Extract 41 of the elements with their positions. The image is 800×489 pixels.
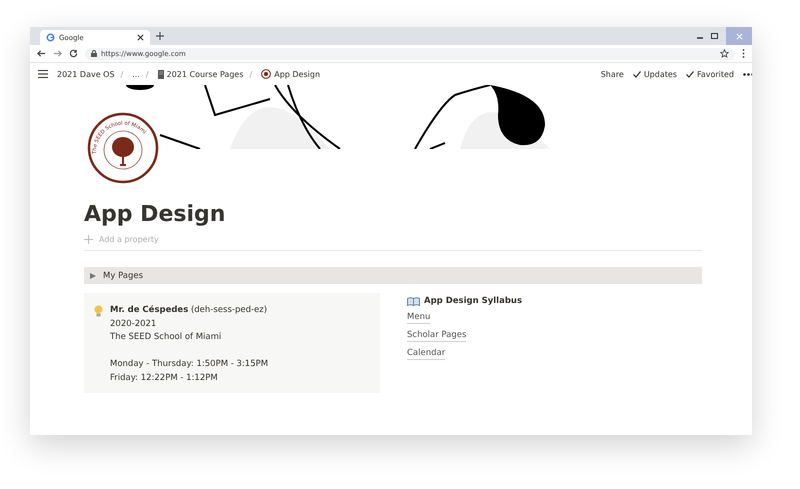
breadcrumb-separator: / <box>250 70 252 78</box>
breadcrumb-link[interactable]: 2021 Course Pages <box>158 70 244 78</box>
callout-line: 2020-2021 <box>110 318 158 330</box>
book-icon <box>158 70 164 78</box>
breadcrumb-separator: / <box>146 70 149 78</box>
breadcrumb-link[interactable]: ... <box>132 70 140 78</box>
forward-icon[interactable] <box>53 49 62 58</box>
page-link[interactable]: Menu <box>407 311 430 324</box>
back-icon[interactable] <box>37 49 46 58</box>
breadcrumb-link[interactable]: App Design <box>261 69 320 79</box>
plus-icon <box>84 235 93 244</box>
callout-line: The SEED School of Miami <box>110 331 222 344</box>
maximize-icon[interactable] <box>711 33 718 39</box>
more-options-icon[interactable] <box>743 72 752 76</box>
teacher-name: Mr. de Céspedes (deh-sess-ped-ez) <box>110 304 268 317</box>
topbar-action[interactable]: Share <box>600 70 624 78</box>
lock-icon <box>91 50 97 57</box>
bookmark-star-icon[interactable] <box>720 49 729 58</box>
new-tab-icon[interactable] <box>156 32 164 40</box>
topbar-action[interactable]: Updates <box>632 70 677 78</box>
breadcrumb-separator: / <box>120 70 124 78</box>
close-tab-icon[interactable] <box>137 34 144 41</box>
page-title: App Design <box>84 201 226 229</box>
google-logo-icon <box>46 33 55 42</box>
school-logo-icon <box>261 69 272 79</box>
topbar-action[interactable]: Favorited <box>686 70 734 78</box>
toggle-block[interactable]: My Pages <box>84 267 702 284</box>
page-link[interactable]: Calendar <box>407 347 446 360</box>
menu-icon[interactable] <box>38 70 48 78</box>
open-book-icon <box>407 296 420 306</box>
checkmark-icon <box>632 70 641 78</box>
breadcrumb-link[interactable]: 2021 Dave OS <box>57 70 115 78</box>
triangle-icon <box>90 272 96 278</box>
syllabus-link[interactable]: App Design Syllabus <box>407 296 522 306</box>
callout-line: Monday - Thursday: 1:50PM - 3:15PM <box>110 358 268 371</box>
page-link[interactable]: Scholar Pages <box>407 329 466 342</box>
callout-line: Friday: 12:22PM - 1:12PM <box>110 372 219 384</box>
lightbulb-icon <box>94 305 103 317</box>
more-options-icon[interactable] <box>742 49 745 58</box>
checkmark-icon <box>686 70 694 78</box>
reload-icon[interactable] <box>69 49 78 58</box>
